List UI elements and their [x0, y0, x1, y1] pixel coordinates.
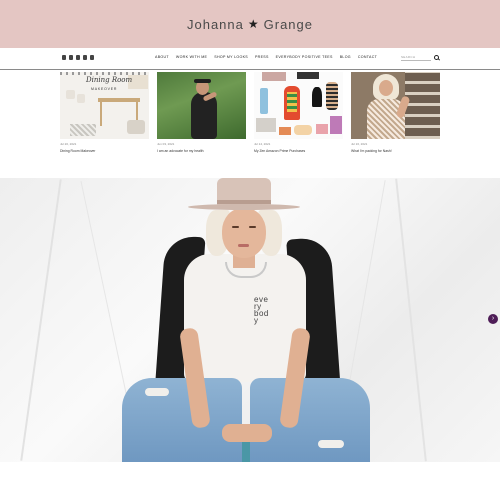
product-image: [316, 124, 328, 134]
post-card[interactable]: Jun 03, 2021 I am an advocate for my hea…: [157, 72, 246, 153]
person-lips: [238, 244, 249, 247]
nav-item-work-with-me[interactable]: WORK WITH ME: [176, 55, 207, 59]
post-title[interactable]: What I'm packing for Nash!: [351, 149, 392, 153]
social-links: [62, 55, 94, 60]
product-image: [312, 87, 322, 107]
person-eye: [232, 226, 239, 228]
product-image: [279, 127, 291, 135]
rug-image: [70, 124, 96, 136]
jeans: [250, 378, 370, 462]
person-face: [222, 208, 266, 258]
post-date: Jul 14, 2021: [254, 142, 271, 146]
nav-item-blog[interactable]: BLOG: [340, 55, 351, 59]
nav-item-contact[interactable]: CONTACT: [358, 55, 377, 59]
thumb-subheading: MAKEOVER: [91, 87, 118, 91]
search-input[interactable]: SEARCH: [401, 55, 431, 61]
facebook-icon[interactable]: [76, 55, 80, 60]
lamp-image: [77, 94, 85, 103]
table-leg: [100, 102, 102, 126]
post-thumbnail[interactable]: Dining Room MAKEOVER: [60, 72, 149, 139]
product-image: [256, 118, 276, 132]
post-thumbnail[interactable]: [351, 72, 440, 139]
hat-brim: [188, 204, 300, 210]
logo-first-name: Johanna: [186, 16, 244, 32]
site-header: Johanna ★ Grange: [0, 0, 500, 48]
post-card[interactable]: Jul 14, 2021 My Zen Amazon Prime Purchas…: [254, 72, 343, 153]
product-pattern: [287, 92, 297, 112]
search-icon[interactable]: [434, 55, 439, 60]
post-title[interactable]: My Zen Amazon Prime Purchases: [254, 149, 305, 153]
product-image: [297, 72, 319, 79]
post-card[interactable]: Dining Room MAKEOVER Jul 20, 2021 Dining…: [60, 72, 149, 153]
post-title[interactable]: Dining Room Makeover: [60, 149, 95, 153]
post-date: Jul 16, 2021: [351, 142, 368, 146]
jeans: [122, 378, 242, 462]
nav-item-everybody-positive-tees[interactable]: EVERYBODY POSITIVE TEES: [276, 55, 333, 59]
post-thumbnail[interactable]: [157, 72, 246, 139]
product-image: [260, 88, 268, 114]
product-image: [330, 116, 342, 134]
shirt-print-line: y: [254, 316, 259, 325]
post-date: Jun 03, 2021: [157, 142, 175, 146]
nav-item-press[interactable]: PRESS: [255, 55, 269, 59]
person-face: [379, 80, 393, 96]
closet-shelf: [405, 72, 440, 139]
nav-item-shop-my-looks[interactable]: SHOP MY LOOKS: [214, 55, 248, 59]
product-image: [262, 72, 286, 81]
shirt-print: eve ry bod y: [254, 296, 269, 325]
nav-item-about[interactable]: ABOUT: [155, 55, 169, 59]
slider-next-button[interactable]: ›: [488, 314, 498, 324]
linkedin-icon[interactable]: [83, 55, 87, 60]
search-box[interactable]: SEARCH: [401, 54, 439, 61]
hat-image: [194, 79, 211, 83]
pinterest-icon[interactable]: [69, 55, 73, 60]
instagram-icon[interactable]: [90, 55, 94, 60]
chair-image: [127, 120, 145, 134]
logo-last-name: Grange: [263, 16, 314, 32]
twitter-icon[interactable]: [62, 55, 66, 60]
post-date: Jul 20, 2021: [60, 142, 77, 146]
hero-slider[interactable]: eve ry bod y: [0, 178, 500, 462]
table-image: [98, 98, 140, 102]
star-icon: ★: [247, 17, 260, 31]
jeans-rip: [318, 440, 344, 448]
person-hands: [222, 424, 272, 442]
backdrop-fold: [20, 179, 62, 461]
lamp-image: [66, 90, 75, 99]
post-title[interactable]: I am an advocate for my health: [157, 149, 204, 153]
nav-menu: ABOUT WORK WITH ME SHOP MY LOOKS PRESS E…: [155, 55, 377, 59]
main-navbar: ABOUT WORK WITH ME SHOP MY LOOKS PRESS E…: [0, 48, 500, 70]
post-card[interactable]: Jul 16, 2021 What I'm packing for Nash!: [351, 72, 440, 153]
thumb-heading: Dining Room: [86, 76, 133, 84]
backdrop-fold: [395, 178, 427, 462]
person-eye: [249, 226, 256, 228]
post-thumbnail[interactable]: [254, 72, 343, 139]
recent-posts: Dining Room MAKEOVER Jul 20, 2021 Dining…: [60, 72, 440, 162]
product-image: [326, 82, 338, 110]
product-image: [294, 125, 312, 135]
site-logo[interactable]: Johanna ★ Grange: [187, 17, 313, 32]
jeans-rip: [145, 388, 169, 396]
